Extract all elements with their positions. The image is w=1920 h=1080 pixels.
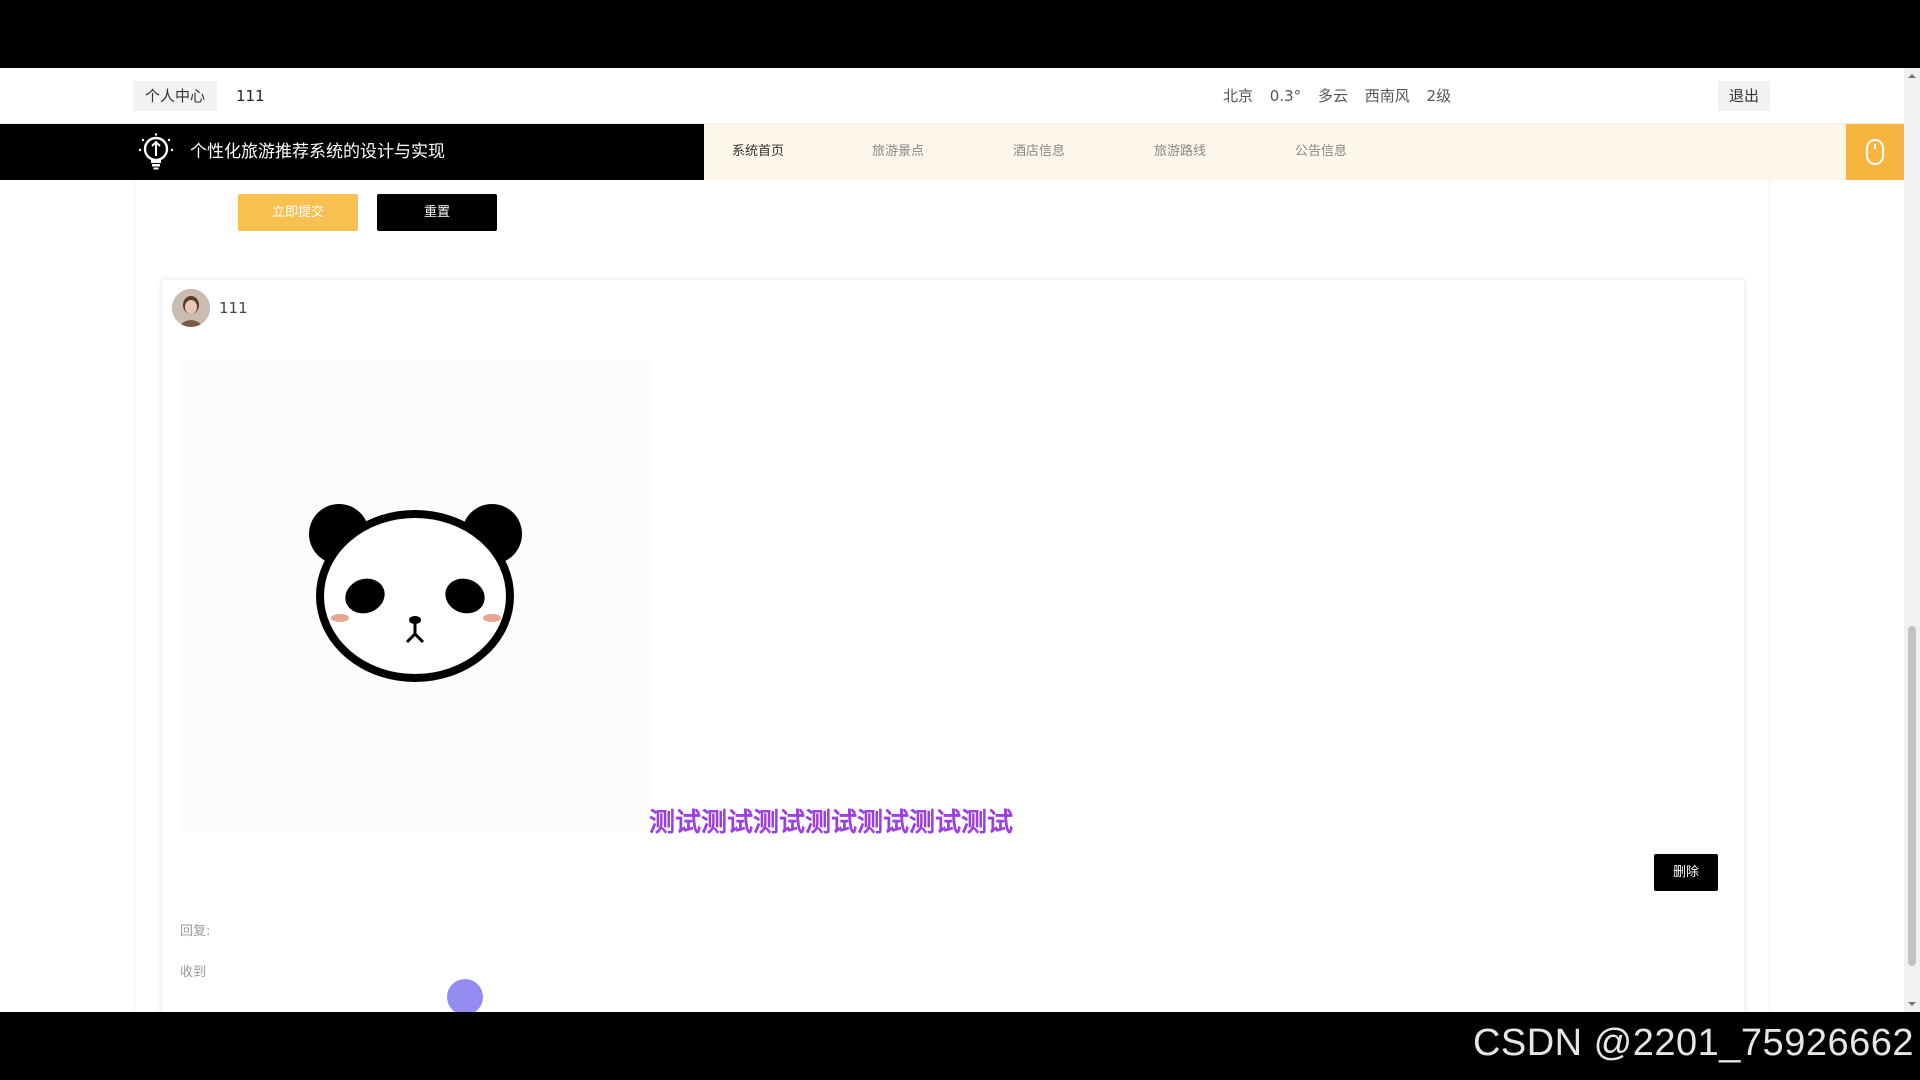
lightbulb-logo-icon [138,133,174,170]
browser-viewport: 个人中心 111 北京 0.3° 多云 西南风 2级 退出 个性化旅游推荐系统的… [0,68,1920,1012]
nav-hotels[interactable]: 酒店信息 [1013,124,1065,180]
watermark-text: CSDN @2201_75926662 [1472,1022,1914,1064]
submit-button[interactable]: 立即提交 [238,194,358,231]
logout-button[interactable]: 退出 [1718,81,1771,111]
page-content: 立即提交 重置 111 测试测试测试测试测试测试测试 删除 回复: 收到 [134,180,1770,1012]
post-image [180,360,652,832]
delete-button[interactable]: 删除 [1654,854,1718,891]
header-action-button[interactable] [1846,124,1904,180]
reply-label: 回复: [180,924,211,939]
page-scrollbar[interactable] [1904,68,1920,1012]
personal-center-button[interactable]: 个人中心 [133,81,218,111]
reply-text: 收到 [180,965,207,980]
weather-city: 北京 [1223,87,1254,105]
cursor-highlight [447,979,483,1012]
weather-wind: 西南风 [1364,87,1410,105]
site-title: 个性化旅游推荐系统的设计与实现 [190,142,445,162]
nav-routes[interactable]: 旅游路线 [1154,124,1206,180]
scroll-down-arrow-icon[interactable] [1904,996,1920,1012]
panda-icon [309,504,522,682]
scrollbar-thumb[interactable] [1908,626,1916,966]
avatar[interactable] [172,289,210,327]
nav-attractions[interactable]: 旅游景点 [872,124,924,180]
reset-button[interactable]: 重置 [377,194,497,231]
avatar-photo-icon [172,289,210,327]
weather-temperature: 0.3° [1269,87,1302,105]
weather-wind-level: 2级 [1426,87,1452,105]
current-username: 111 [236,87,265,105]
user-bar: 个人中心 111 北京 0.3° 多云 西南风 2级 退出 [0,68,1904,124]
nav-home[interactable]: 系统首页 [732,124,784,180]
top-black-bar [0,0,1920,68]
weather-info: 北京 0.3° 多云 西南风 2级 [1223,81,1459,111]
site-header: 个性化旅游推荐系统的设计与实现 系统首页 旅游景点 酒店信息 旅游路线 公告信息 [0,124,1904,180]
post-card: 111 测试测试测试测试测试测试测试 删除 回复: 收到 [162,280,1744,1012]
nav-announcements[interactable]: 公告信息 [1295,124,1347,180]
post-author: 111 [219,299,248,317]
mouse-icon [1866,139,1884,165]
scroll-up-arrow-icon[interactable] [1904,68,1920,84]
brand-block[interactable]: 个性化旅游推荐系统的设计与实现 [0,124,704,180]
weather-condition: 多云 [1317,87,1348,105]
post-content: 测试测试测试测试测试测试测试 [649,808,1014,838]
